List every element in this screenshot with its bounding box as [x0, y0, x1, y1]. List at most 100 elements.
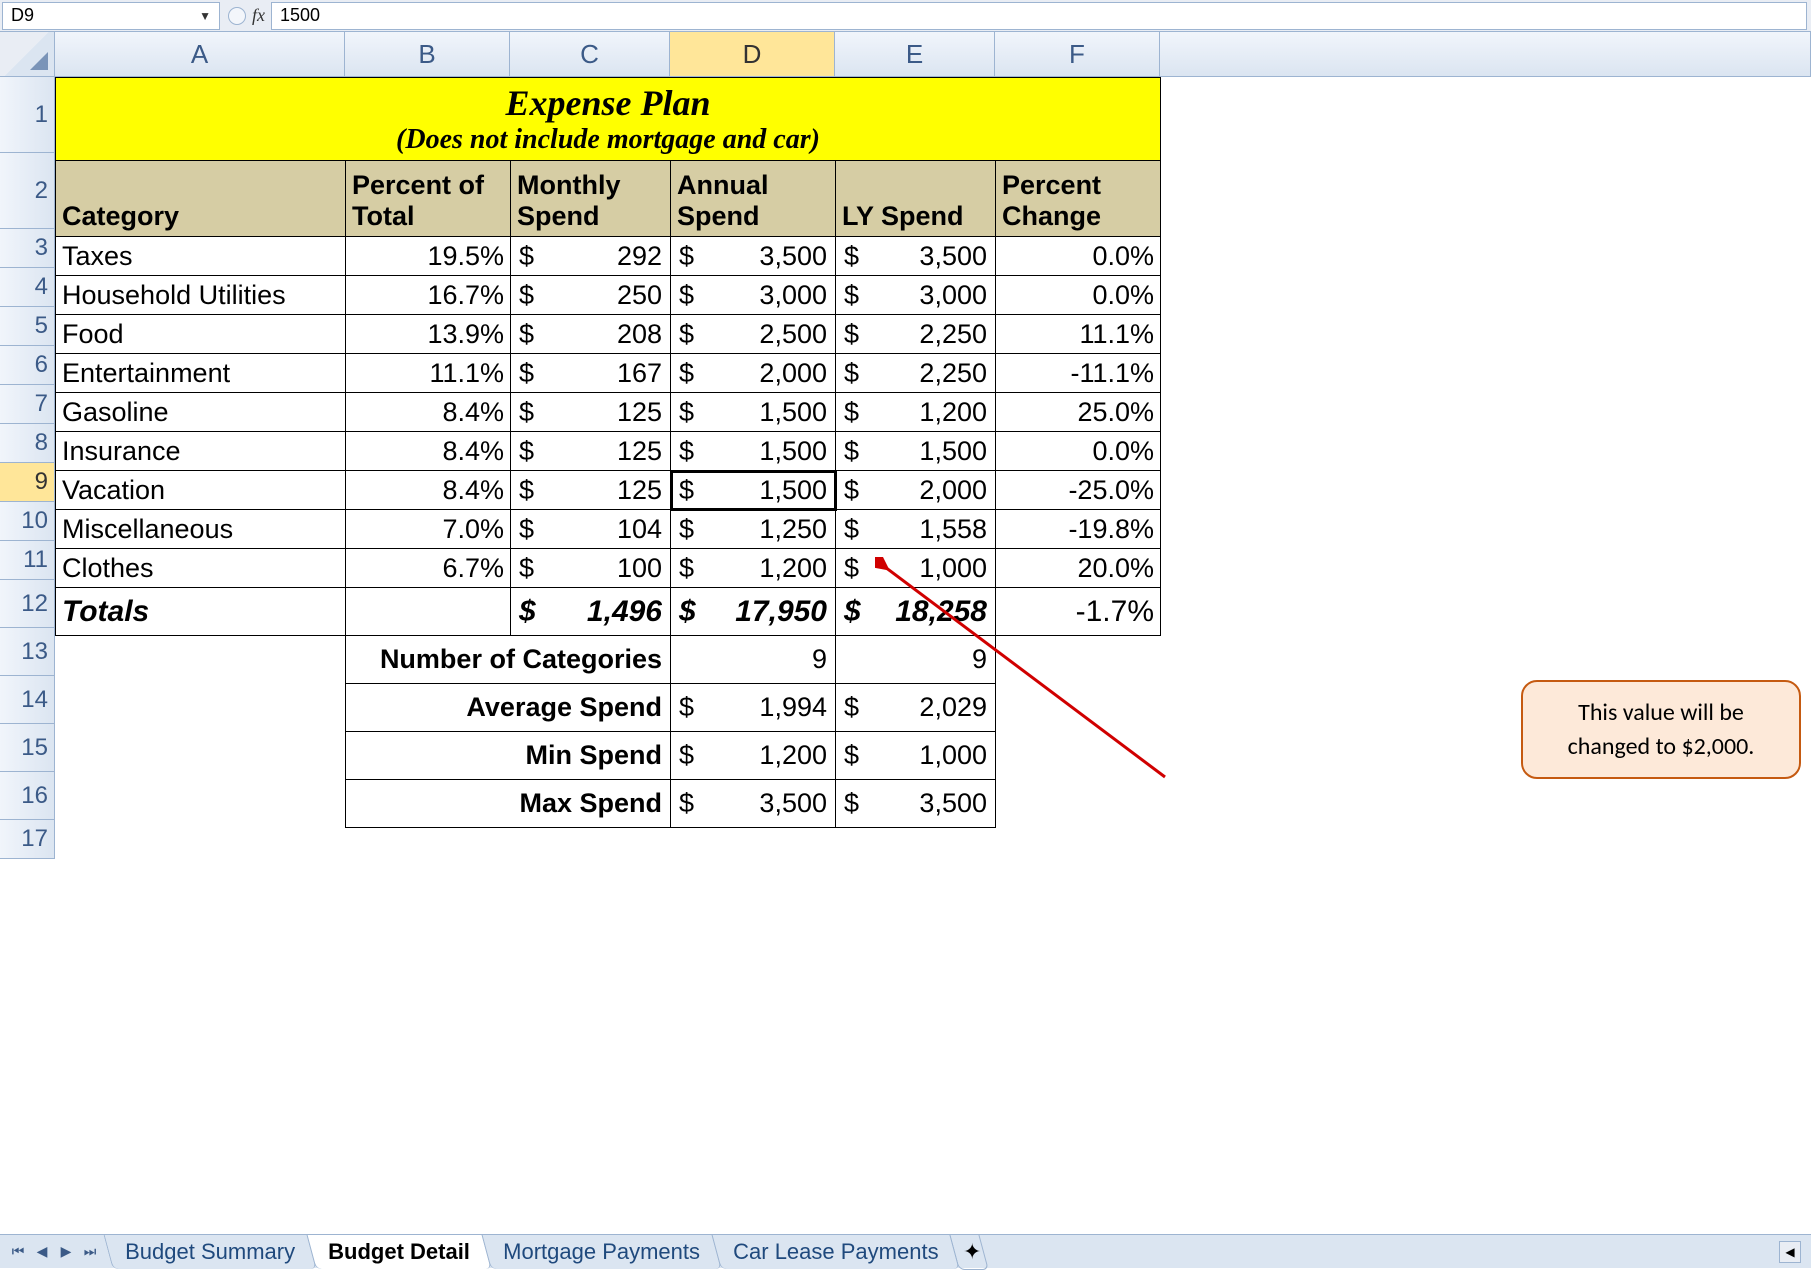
cell-cat-8[interactable]: Insurance [56, 432, 346, 471]
cell-pct-7[interactable]: 8.4% [346, 393, 511, 432]
cell-cat-3[interactable]: Taxes [56, 237, 346, 276]
row-header-9[interactable]: 9 [0, 463, 55, 502]
row-header-3[interactable]: 3 [0, 229, 55, 268]
cell-monthly-8[interactable]: $125 [511, 432, 671, 471]
cell-chg-9[interactable]: -25.0% [996, 471, 1161, 510]
cell-chg-7[interactable]: 25.0% [996, 393, 1161, 432]
cell-cat-4[interactable]: Household Utilities [56, 276, 346, 315]
cell-pct-10[interactable]: 7.0% [346, 510, 511, 549]
sheet-tab-car-lease-payments[interactable]: Car Lease Payments [711, 1234, 960, 1269]
stat-empty-a-2[interactable] [56, 732, 346, 780]
row-header-1[interactable]: 1 [0, 77, 55, 153]
stat-e-3[interactable]: $3,500 [836, 780, 996, 828]
row-header-4[interactable]: 4 [0, 268, 55, 307]
title-cell[interactable]: Expense Plan (Does not include mortgage … [56, 78, 1161, 161]
row-header-12[interactable]: 12 [0, 580, 55, 628]
col-header-B[interactable]: B [345, 32, 510, 76]
stat-label-0[interactable]: Number of Categories [346, 636, 671, 684]
tab-nav-prev-icon[interactable]: ◀ [31, 1241, 53, 1263]
stat-empty-f-2[interactable] [996, 732, 1161, 780]
row-header-11[interactable]: 11 [0, 541, 55, 580]
col-header-F[interactable]: F [995, 32, 1160, 76]
cell-annual-6[interactable]: $2,000 [671, 354, 836, 393]
stat-e-1[interactable]: $2,029 [836, 684, 996, 732]
hdr-change[interactable]: Percent Change [996, 161, 1161, 237]
cell-ly-10[interactable]: $1,558 [836, 510, 996, 549]
cell-cat-6[interactable]: Entertainment [56, 354, 346, 393]
row-header-5[interactable]: 5 [0, 307, 55, 346]
col-header-E[interactable]: E [835, 32, 995, 76]
stat-e-2[interactable]: $1,000 [836, 732, 996, 780]
row-header-15[interactable]: 15 [0, 724, 55, 772]
cell-chg-11[interactable]: 20.0% [996, 549, 1161, 588]
sheet-tab-budget-detail[interactable]: Budget Detail [306, 1234, 491, 1269]
cell-annual-4[interactable]: $3,000 [671, 276, 836, 315]
cell-monthly-3[interactable]: $292 [511, 237, 671, 276]
cell-annual-8[interactable]: $1,500 [671, 432, 836, 471]
stat-empty-a-3[interactable] [56, 780, 346, 828]
row-header-2[interactable]: 2 [0, 153, 55, 229]
cell-monthly-11[interactable]: $100 [511, 549, 671, 588]
cell-pct-9[interactable]: 8.4% [346, 471, 511, 510]
cell-monthly-10[interactable]: $104 [511, 510, 671, 549]
row-header-6[interactable]: 6 [0, 346, 55, 385]
stat-d-1[interactable]: $1,994 [671, 684, 836, 732]
cell-chg-10[interactable]: -19.8% [996, 510, 1161, 549]
stat-d-2[interactable]: $1,200 [671, 732, 836, 780]
formula-input[interactable]: 1500 [271, 2, 1807, 30]
row-header-8[interactable]: 8 [0, 424, 55, 463]
row-header-14[interactable]: 14 [0, 676, 55, 724]
cell-monthly-6[interactable]: $167 [511, 354, 671, 393]
tab-nav-last-icon[interactable]: ⏭ [79, 1241, 101, 1263]
cell-ly-6[interactable]: $2,250 [836, 354, 996, 393]
hdr-ly[interactable]: LY Spend [836, 161, 996, 237]
row-header-17[interactable]: 17 [0, 820, 55, 859]
cell-annual-11[interactable]: $1,200 [671, 549, 836, 588]
cell-ly-11[interactable]: $1,000 [836, 549, 996, 588]
cell-monthly-7[interactable]: $125 [511, 393, 671, 432]
stat-d-0[interactable]: 9 [671, 636, 836, 684]
cell-cat-10[interactable]: Miscellaneous [56, 510, 346, 549]
cell-monthly-5[interactable]: $208 [511, 315, 671, 354]
col-header-C[interactable]: C [510, 32, 670, 76]
hdr-category[interactable]: Category [56, 161, 346, 237]
totals-label[interactable]: Totals [56, 588, 346, 636]
cell-ly-7[interactable]: $1,200 [836, 393, 996, 432]
select-all-corner[interactable] [0, 32, 55, 76]
empty-row-17[interactable] [56, 828, 1161, 867]
totals-ly[interactable]: $18,258 [836, 588, 996, 636]
hdr-monthly[interactable]: Monthly Spend [511, 161, 671, 237]
stat-label-1[interactable]: Average Spend [346, 684, 671, 732]
stat-empty-a-0[interactable] [56, 636, 346, 684]
cell-pct-8[interactable]: 8.4% [346, 432, 511, 471]
stat-empty-f-3[interactable] [996, 780, 1161, 828]
stat-d-3[interactable]: $3,500 [671, 780, 836, 828]
totals-annual[interactable]: $17,950 [671, 588, 836, 636]
name-box[interactable]: D9 ▼ [2, 2, 220, 30]
tab-nav-first-icon[interactable]: ⏮ [7, 1241, 29, 1263]
cell-monthly-4[interactable]: $250 [511, 276, 671, 315]
cell-pct-6[interactable]: 11.1% [346, 354, 511, 393]
sheet-tab-budget-summary[interactable]: Budget Summary [103, 1234, 316, 1269]
totals-chg[interactable]: -1.7% [996, 588, 1161, 636]
cell-cat-5[interactable]: Food [56, 315, 346, 354]
stat-label-2[interactable]: Min Spend [346, 732, 671, 780]
stat-empty-a-1[interactable] [56, 684, 346, 732]
cell-cat-11[interactable]: Clothes [56, 549, 346, 588]
stat-empty-f-0[interactable] [996, 636, 1161, 684]
cell-annual-3[interactable]: $3,500 [671, 237, 836, 276]
row-header-13[interactable]: 13 [0, 628, 55, 676]
stat-e-0[interactable]: 9 [836, 636, 996, 684]
cell-pct-3[interactable]: 19.5% [346, 237, 511, 276]
row-header-7[interactable]: 7 [0, 385, 55, 424]
cell-ly-5[interactable]: $2,250 [836, 315, 996, 354]
stat-empty-f-1[interactable] [996, 684, 1161, 732]
name-box-dropdown-icon[interactable]: ▼ [199, 9, 211, 23]
cell-annual-5[interactable]: $2,500 [671, 315, 836, 354]
totals-pct[interactable] [346, 588, 511, 636]
hdr-annual[interactable]: Annual Spend [671, 161, 836, 237]
sheet-tab-mortgage-payments[interactable]: Mortgage Payments [481, 1234, 721, 1269]
hscroll-left-icon[interactable]: ◀ [1779, 1241, 1801, 1263]
cell-chg-6[interactable]: -11.1% [996, 354, 1161, 393]
fx-circle-icon[interactable] [228, 7, 246, 25]
